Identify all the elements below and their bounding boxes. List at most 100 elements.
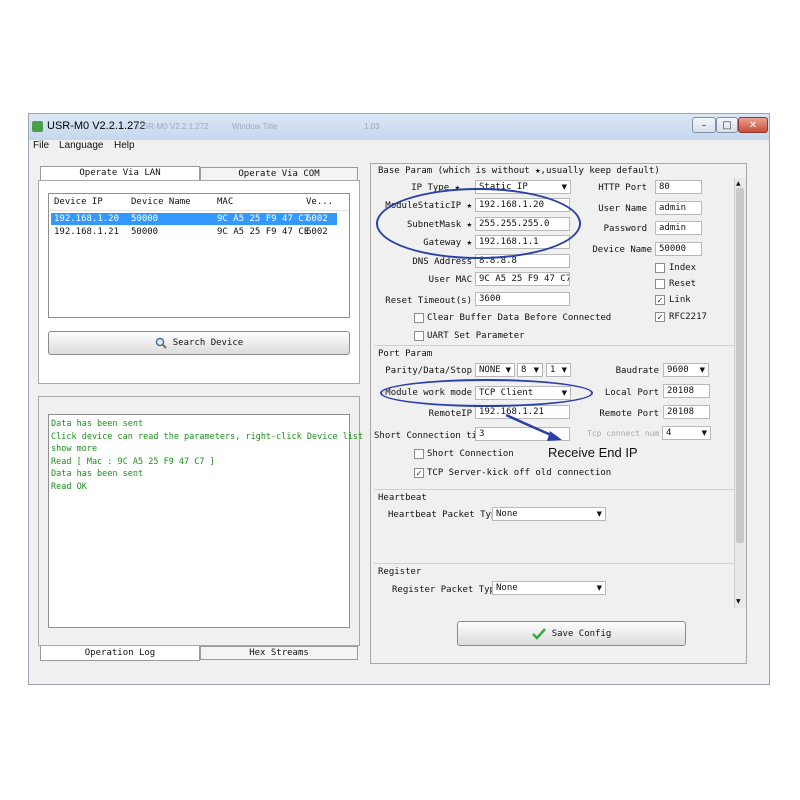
index-checkbox[interactable]: [655, 263, 665, 273]
link-checkbox[interactable]: ✓: [655, 295, 665, 305]
log-line: show more: [51, 444, 98, 454]
dns-label: DNS Address: [412, 257, 472, 267]
ghost-title-3: 1.03: [364, 122, 380, 131]
device-list[interactable]: Device IP Device Name MAC Ve... 192.168.…: [48, 193, 350, 318]
user-name-field[interactable]: admin: [655, 201, 702, 215]
rfc2217-checkbox[interactable]: ✓: [655, 312, 665, 322]
tab-operation-log[interactable]: Operation Log: [40, 646, 200, 661]
short-connection-label: Short Connection: [427, 449, 514, 459]
remote-port-field[interactable]: 20108: [663, 405, 710, 419]
user-name-label: User Name: [598, 204, 647, 214]
clear-buffer-checkbox[interactable]: [414, 313, 424, 323]
menu-bar: File Language Help: [29, 140, 769, 154]
base-param-header: Base Param (which is without ★,usually k…: [378, 166, 660, 176]
tab-operate-lan[interactable]: Operate Via LAN: [40, 166, 200, 180]
password-field[interactable]: admin: [655, 221, 702, 235]
cell-name: 50000: [131, 227, 159, 237]
cell-version: 6002: [306, 214, 328, 224]
data-bits-select[interactable]: 8 ▼: [517, 363, 543, 377]
tab-operate-com[interactable]: Operate Via COM: [200, 167, 358, 181]
password-label: Password: [603, 224, 647, 234]
search-device-label: Search Device: [172, 338, 244, 348]
window-title: USR-M0 V2.2.1.272: [47, 120, 146, 132]
menu-help[interactable]: Help: [114, 140, 135, 151]
reset-timeout-label: Reset Timeout(s): [385, 296, 472, 306]
annotation-ellipse: [380, 379, 593, 407]
cell-version: 6002: [306, 227, 328, 237]
kick-off-label: TCP Server-kick off old connection: [427, 468, 612, 478]
parity-label: Parity/Data/Stop: [385, 366, 472, 376]
log-line: Read [ Mac : 9C A5 25 F9 47 C7 ]: [51, 456, 215, 467]
maximize-button[interactable]: □: [716, 117, 738, 133]
divider: [374, 563, 734, 564]
tab-hex-streams[interactable]: Hex Streams: [200, 646, 358, 660]
divider: [374, 489, 734, 490]
short-time-label: Short Connection time: [374, 431, 488, 441]
log-line: Read OK: [51, 481, 87, 492]
save-config-label: Save Config: [551, 628, 612, 639]
link-label: Link: [669, 295, 691, 305]
device-list-header: Device IP Device Name MAC Ve...: [49, 194, 349, 211]
divider: [374, 345, 734, 346]
log-line: Click device can read the parameters, ri…: [51, 431, 364, 442]
http-port-field[interactable]: 80: [655, 180, 702, 194]
title-bar[interactable]: USR-M0 V2.2.1.272 USR-M0 V2.2.1.272 Wind…: [29, 114, 769, 140]
local-port-field[interactable]: 20108: [663, 384, 710, 398]
port-param-header: Port Param: [378, 349, 433, 359]
menu-language[interactable]: Language: [59, 140, 104, 151]
operation-log[interactable]: Data has been sent Click device can read…: [48, 414, 364, 628]
app-icon: [32, 121, 43, 132]
short-connection-checkbox[interactable]: [414, 449, 424, 459]
tcp-num-select[interactable]: 4 ▼: [662, 426, 711, 440]
mac-field[interactable]: 9C A5 25 F9 47 C7: [475, 272, 570, 286]
heartbeat-type-select[interactable]: None ▼: [492, 507, 606, 521]
remote-port-label: Remote Port: [599, 409, 659, 419]
ghost-title-1: USR-M0 V2.2.1.272: [137, 122, 209, 131]
index-label: Index: [669, 263, 697, 273]
scrollbar[interactable]: ▲ ▼: [734, 178, 746, 608]
checkmark-icon: [531, 627, 546, 640]
heartbeat-header: Heartbeat: [378, 493, 427, 503]
reset-checkbox[interactable]: [655, 279, 665, 289]
tcp-num-label: Tcp connect num: [587, 429, 660, 438]
minimize-button[interactable]: –: [692, 117, 716, 133]
baudrate-label: Baudrate: [615, 366, 659, 376]
device-name-label: Device Name: [592, 245, 652, 255]
parity-select[interactable]: NONE ▼: [475, 363, 515, 377]
annotation-label: Receive End IP: [548, 445, 638, 460]
ghost-title-2: Window Title: [232, 122, 278, 131]
chevron-down-icon: ▼: [533, 366, 539, 374]
reset-timeout-field[interactable]: 3600: [475, 292, 570, 306]
heartbeat-type-label: Heartbeat Packet Type: [388, 510, 502, 520]
chevron-down-icon: ▼: [561, 183, 567, 191]
chevron-down-icon: ▼: [561, 366, 567, 374]
annotation-arrow-icon: [505, 413, 562, 441]
log-line: Data has been sent: [51, 419, 144, 429]
register-type-select[interactable]: None ▼: [492, 581, 606, 595]
baudrate-select[interactable]: 9600 ▼: [663, 363, 709, 377]
col-device-ip[interactable]: Device IP: [54, 197, 103, 207]
scroll-down-icon[interactable]: ▼: [736, 598, 741, 605]
save-config-button[interactable]: Save Config: [457, 621, 686, 646]
close-button[interactable]: ✕: [738, 117, 768, 133]
uart-set-checkbox[interactable]: [414, 331, 424, 341]
stop-bits-select[interactable]: 1 ▼: [546, 363, 571, 377]
search-device-button[interactable]: Search Device: [48, 331, 350, 355]
register-header: Register: [378, 567, 422, 577]
device-name-field[interactable]: 50000: [655, 242, 702, 256]
log-line: Data has been sent: [51, 469, 144, 479]
rfc2217-label: RFC2217: [669, 312, 707, 322]
kick-off-checkbox[interactable]: ✓: [414, 468, 424, 478]
scroll-up-icon[interactable]: ▲: [736, 180, 741, 187]
col-version[interactable]: Ve...: [306, 197, 333, 207]
col-device-name[interactable]: Device Name: [131, 197, 191, 207]
scroll-thumb[interactable]: [736, 188, 744, 543]
chevron-down-icon: ▼: [505, 366, 511, 374]
chevron-down-icon: ▼: [596, 584, 602, 592]
table-row[interactable]: 192.168.1.21 50000 9C A5 25 F9 47 CE 600…: [51, 226, 337, 238]
table-row[interactable]: 192.168.1.20 50000 9C A5 25 F9 47 C7 600…: [51, 213, 337, 225]
menu-file[interactable]: File: [33, 140, 49, 151]
col-mac[interactable]: MAC: [217, 197, 233, 207]
reset-label: Reset: [669, 279, 697, 289]
cell-ip: 192.168.1.20: [54, 214, 120, 224]
